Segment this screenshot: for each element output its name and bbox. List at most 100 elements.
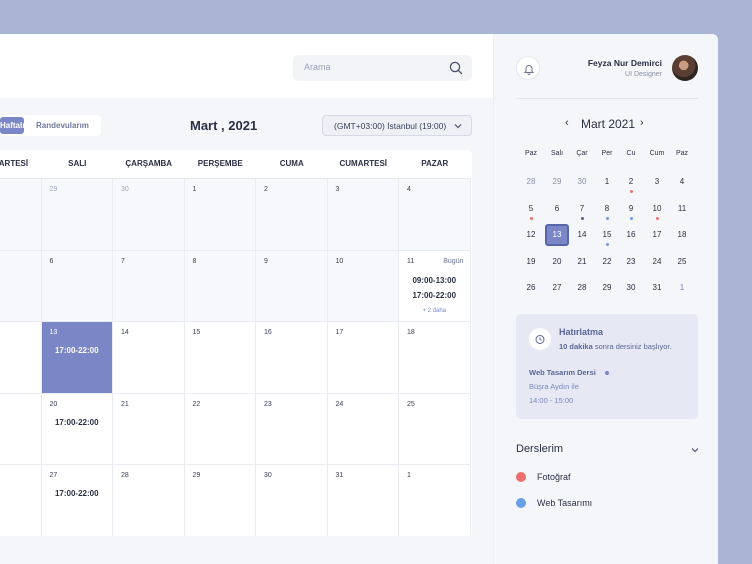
- mini-day[interactable]: 19: [519, 251, 543, 273]
- time-slot[interactable]: 17:00-22:00: [42, 418, 113, 427]
- day-number: 22: [192, 400, 201, 408]
- calendar-day-cell[interactable]: 22: [184, 392, 256, 464]
- mini-day[interactable]: 2: [619, 171, 643, 193]
- mini-day[interactable]: 15: [595, 224, 619, 246]
- calendar-day-cell[interactable]: 16: [256, 321, 328, 393]
- mini-day[interactable]: 24: [645, 251, 669, 273]
- mini-day[interactable]: 26: [519, 277, 543, 299]
- calendar-day-cell[interactable]: 29: [184, 464, 256, 536]
- mini-day[interactable]: 5: [519, 198, 543, 220]
- mini-day[interactable]: 12: [519, 224, 543, 246]
- calendar-day-cell[interactable]: 2: [256, 178, 328, 250]
- calendar-day-cell[interactable]: [0, 464, 42, 536]
- calendar-day-cell[interactable]: 7: [113, 249, 185, 321]
- mini-day[interactable]: 23: [619, 251, 643, 273]
- mini-day[interactable]: 31: [645, 277, 669, 299]
- mini-day-number: 28: [526, 177, 536, 186]
- mini-day-number: 19: [526, 256, 536, 266]
- mini-day[interactable]: 10: [645, 198, 669, 220]
- mini-day[interactable]: 7: [570, 198, 594, 220]
- calendar-day-cell[interactable]: 17: [327, 321, 399, 393]
- calendar-day-cell[interactable]: 20 17:00-22:00: [41, 392, 113, 464]
- mini-day[interactable]: 22: [595, 251, 619, 273]
- calendar-day-cell[interactable]: 23: [256, 392, 328, 464]
- calendar-day-cell[interactable]: 13 17:00-22:00: [41, 321, 113, 393]
- mini-day[interactable]: 8: [595, 198, 619, 220]
- calendar-day-cell[interactable]: 15: [184, 321, 256, 393]
- mini-day-number: 18: [677, 230, 687, 239]
- mini-day[interactable]: 21: [570, 251, 594, 273]
- calendar-day-cell[interactable]: 1: [399, 464, 471, 536]
- mini-day[interactable]: 30: [570, 171, 594, 193]
- view-appointments-button[interactable]: Randevularım: [36, 121, 89, 130]
- day-number: 23: [264, 400, 272, 408]
- mini-day[interactable]: 4: [670, 171, 694, 193]
- time-slot[interactable]: 17:00-22:00: [399, 291, 470, 300]
- calendar-day-cell[interactable]: [0, 249, 42, 321]
- calendar-day-cell[interactable]: 9: [256, 249, 328, 321]
- mini-day[interactable]: 29: [545, 171, 569, 193]
- avatar[interactable]: [672, 55, 698, 81]
- mini-day[interactable]: 25: [670, 251, 694, 273]
- calendar-day-cell[interactable]: 18: [399, 321, 471, 393]
- mini-day[interactable]: 20: [545, 251, 569, 273]
- mini-day-number: 11: [677, 203, 687, 213]
- event-dot: [529, 216, 533, 220]
- calendar-day-cell[interactable]: 6: [41, 249, 113, 321]
- calendar-day-cell[interactable]: 24: [327, 392, 399, 464]
- mini-day[interactable]: 28: [570, 277, 594, 299]
- calendar-day-cell[interactable]: 10: [327, 249, 399, 321]
- mini-day[interactable]: 30: [619, 277, 643, 299]
- mini-day[interactable]: 6: [545, 198, 569, 220]
- weekday-header: PAZAR: [421, 159, 449, 168]
- calendar-day-cell[interactable]: 30: [113, 178, 185, 250]
- calendar-day-cell[interactable]: 25: [399, 392, 471, 464]
- mini-day[interactable]: 13: [545, 224, 569, 246]
- time-slot[interactable]: 09:00-13:00: [399, 276, 470, 285]
- calendar-day-cell[interactable]: 29: [41, 178, 113, 250]
- calendar-day-cell[interactable]: 1: [184, 178, 256, 250]
- calendar-day-cell[interactable]: 11 Bugün 09:00-13:00 17:00-22:00 + 2 daha: [399, 249, 471, 321]
- month-title: Mart , 2021: [190, 118, 258, 133]
- more-link[interactable]: + 2 daha: [399, 308, 470, 314]
- calendar-day-cell[interactable]: 30: [256, 464, 328, 536]
- day-number: 21: [121, 400, 129, 408]
- calendar-day-cell[interactable]: [0, 178, 42, 250]
- reminder-course[interactable]: Web Tasarım Dersi: [529, 368, 596, 377]
- search-icon[interactable]: [448, 60, 464, 76]
- search-input[interactable]: Arama: [293, 55, 472, 81]
- time-slot[interactable]: 17:00-22:00: [42, 346, 113, 355]
- mini-day[interactable]: 1: [670, 277, 694, 299]
- mini-day[interactable]: 27: [545, 277, 569, 299]
- calendar-day-cell[interactable]: 31: [327, 464, 399, 536]
- mini-day[interactable]: 14: [570, 224, 594, 246]
- day-number: 4: [407, 186, 411, 193]
- chevron-down-icon[interactable]: [690, 445, 700, 455]
- calendar-day-cell[interactable]: 4: [399, 178, 471, 250]
- calendar-day-cell[interactable]: 28: [113, 464, 185, 536]
- day-number: 18: [407, 329, 415, 336]
- notification-button[interactable]: [516, 56, 540, 80]
- timezone-select[interactable]: (GMT+03:00) İstanbul (19:00): [322, 115, 472, 136]
- mini-day[interactable]: 28: [519, 171, 543, 193]
- mini-day[interactable]: 3: [645, 171, 669, 193]
- mini-day[interactable]: 17: [645, 224, 669, 246]
- calendar-day-cell[interactable]: 27 17:00-22:00: [41, 464, 113, 536]
- chevron-left-icon[interactable]: ‹: [565, 117, 569, 129]
- calendar-day-cell[interactable]: 8: [184, 249, 256, 321]
- view-weekly-button[interactable]: Haftalık: [0, 117, 24, 134]
- mini-day[interactable]: 18: [670, 224, 694, 246]
- calendar-day-cell[interactable]: [0, 321, 42, 393]
- chevron-right-icon[interactable]: ›: [640, 117, 644, 129]
- mini-day[interactable]: 16: [619, 224, 643, 246]
- calendar-day-cell[interactable]: 3: [327, 178, 399, 250]
- mini-day[interactable]: 9: [619, 198, 643, 220]
- calendar-day-cell[interactable]: [0, 392, 42, 464]
- calendar-day-cell[interactable]: 21: [113, 392, 185, 464]
- mini-day[interactable]: 11: [670, 198, 694, 220]
- time-slot[interactable]: 17:00-22:00: [42, 489, 113, 498]
- mini-day[interactable]: 1: [595, 171, 619, 193]
- calendar-day-cell[interactable]: 14: [113, 321, 185, 393]
- mini-day[interactable]: 29: [595, 277, 619, 299]
- mini-day-number: 8: [604, 203, 610, 213]
